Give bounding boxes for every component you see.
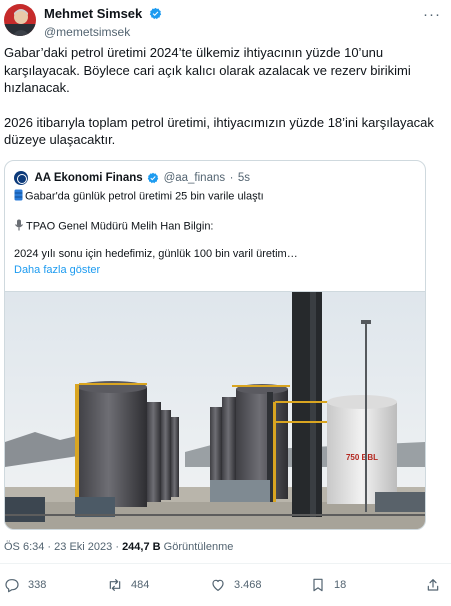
tank-label: 750 BBL bbox=[346, 453, 378, 462]
heart-icon bbox=[212, 579, 224, 591]
more-options-icon[interactable]: ··· bbox=[423, 6, 441, 23]
verified-badge-icon bbox=[149, 8, 161, 20]
quoted-tweet[interactable]: AA Ekonomi Finans @aa_finans · 5s Gabar'… bbox=[4, 160, 426, 530]
author-name[interactable]: Mehmet Simsek bbox=[44, 6, 142, 21]
quoted-line: Gabar'da günlük petrol üretimi 25 bin va… bbox=[14, 189, 264, 204]
quoted-line: TPAO Genel Müdürü Melih Han Bilgin: bbox=[14, 219, 214, 234]
avatar[interactable] bbox=[4, 4, 36, 36]
quoted-tweet-header: AA Ekonomi Finans @aa_finans · 5s bbox=[14, 169, 250, 185]
author-handle[interactable]: @memetsimsek bbox=[44, 25, 162, 39]
aa-logo-icon bbox=[14, 170, 28, 185]
divider bbox=[0, 563, 451, 564]
views-label: Görüntülenme bbox=[163, 541, 234, 553]
like-count: 3.468 bbox=[234, 579, 262, 591]
retweet-count: 484 bbox=[131, 579, 150, 591]
retweet-button[interactable]: 484 bbox=[107, 575, 149, 595]
quoted-line: 2024 yılı sonu için hedefimiz, günlük 10… bbox=[14, 248, 298, 260]
retweet-icon bbox=[109, 579, 121, 591]
quoted-author-name[interactable]: AA Ekonomi Finans bbox=[34, 172, 142, 184]
tweet: Mehmet Simsek @memetsimsek ··· Gabar’dak… bbox=[0, 0, 451, 606]
bookmark-icon bbox=[313, 578, 323, 592]
share-button[interactable] bbox=[425, 575, 441, 595]
tweet-header: Mehmet Simsek @memetsimsek ··· bbox=[4, 4, 441, 40]
quoted-photo[interactable]: 750 BBL bbox=[5, 291, 425, 529]
like-button[interactable]: 3.468 bbox=[210, 575, 262, 595]
action-bar: 338 484 3.468 18 bbox=[4, 575, 441, 595]
tweet-date[interactable]: 23 Eki 2023 bbox=[54, 541, 112, 553]
separator-dot: · bbox=[229, 171, 234, 184]
tweet-meta: ÖS 6:34 · 23 Eki 2023 · 244,7 B Görüntül… bbox=[4, 541, 233, 553]
tweet-paragraph: Gabar’daki petrol üretimi 2024’te ülkemi… bbox=[4, 45, 411, 95]
tweet-time[interactable]: ÖS 6:34 bbox=[4, 541, 44, 553]
tweet-paragraph: 2026 itibarıyla toplam petrol üretimi, i… bbox=[4, 114, 434, 148]
microphone-icon bbox=[14, 219, 24, 234]
oil-barrel-icon bbox=[14, 189, 23, 204]
reply-icon bbox=[5, 579, 19, 593]
quoted-speaker: TPAO Genel Müdürü Melih Han Bilgin: bbox=[26, 220, 214, 233]
share-icon bbox=[427, 579, 439, 591]
show-more-link[interactable]: Daha fazla göster bbox=[14, 264, 100, 276]
separator-dot: · bbox=[115, 541, 119, 553]
tweet-text: Gabar’daki petrol üretimi 2024’te ülkemi… bbox=[4, 44, 434, 149]
separator-dot: · bbox=[47, 541, 52, 553]
quoted-author-handle[interactable]: @aa_finans bbox=[164, 172, 226, 184]
quoted-headline: Gabar'da günlük petrol üretimi 25 bin va… bbox=[25, 190, 264, 203]
reply-button[interactable]: 338 bbox=[4, 575, 46, 595]
verified-badge-icon bbox=[147, 172, 159, 183]
reply-count: 338 bbox=[28, 579, 47, 591]
bookmark-button[interactable]: 18 bbox=[310, 575, 346, 595]
author-block: Mehmet Simsek @memetsimsek bbox=[44, 5, 162, 39]
bookmark-count: 18 bbox=[334, 579, 347, 591]
oil-tanks-photo: 750 BBL bbox=[5, 292, 425, 529]
views-count: 244,7 B bbox=[122, 541, 161, 553]
avatar-image bbox=[4, 4, 36, 36]
quoted-time[interactable]: 5s bbox=[238, 172, 250, 184]
